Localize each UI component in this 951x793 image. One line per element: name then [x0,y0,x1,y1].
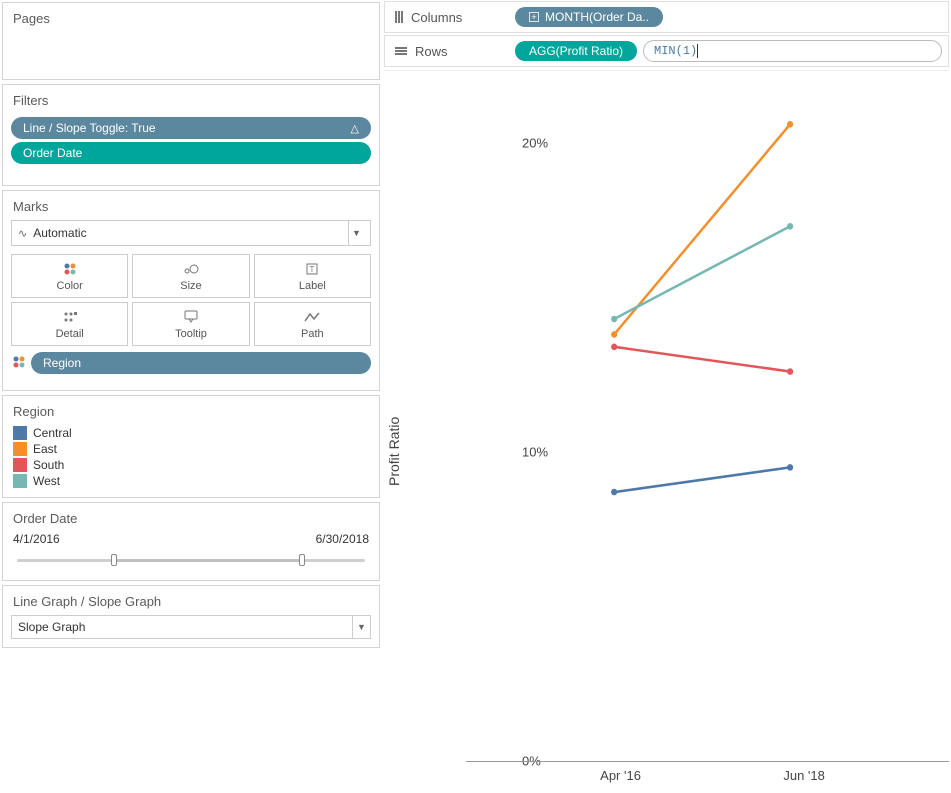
legend-item[interactable]: West [13,473,369,489]
marks-region-pill[interactable]: Region [31,352,371,374]
rows-shelf[interactable]: Rows AGG(Profit Ratio) MIN(1) [384,35,949,67]
y-tick: 20% [522,135,536,150]
marks-label-button[interactable]: T Label [254,254,371,298]
orderdate-start: 4/1/2016 [13,532,60,546]
legend-label: West [33,474,60,488]
legend-swatch [13,442,27,456]
marks-size-button[interactable]: Size [132,254,249,298]
size-icon [183,261,199,277]
series-point[interactable] [611,316,617,323]
legend-swatch [13,426,27,440]
delta-icon: △ [351,122,359,135]
slider-fill [111,559,299,562]
legend-label: East [33,442,57,456]
orderdate-slider[interactable] [17,550,365,570]
series-point[interactable] [787,223,793,230]
slider-thumb-start[interactable] [111,554,117,566]
rows-icon [395,47,407,55]
filter-pill-orderdate[interactable]: Order Date [11,142,371,164]
pages-card: Pages [2,2,380,80]
filters-title: Filters [3,85,379,114]
filter-pill-orderdate-label: Order Date [23,146,82,160]
marks-title: Marks [3,191,379,220]
y-tick: 10% [522,444,536,459]
series-point[interactable] [787,464,793,471]
orderdate-end: 6/30/2018 [316,532,369,546]
series-point[interactable] [611,331,617,338]
color-dots-icon [11,354,27,373]
detail-icon [63,309,77,325]
series-point[interactable] [787,368,793,375]
series-point[interactable] [787,121,793,128]
series-point[interactable] [611,489,617,496]
marks-size-label: Size [180,280,201,292]
line-icon: ∿ [18,227,27,240]
series-line[interactable] [614,226,790,319]
tooltip-icon [184,309,198,325]
filters-card: Filters Line / Slope Toggle: True △ Orde… [2,84,380,186]
marks-type-select[interactable]: ∿ Automatic ▼ [11,220,371,246]
param-title: Line Graph / Slope Graph [3,586,379,615]
filter-pill-toggle[interactable]: Line / Slope Toggle: True △ [11,117,371,139]
rows-pill-label: AGG(Profit Ratio) [529,44,623,58]
param-select[interactable]: Slope Graph ▼ [11,615,371,639]
legend-swatch [13,474,27,488]
marks-tooltip-label: Tooltip [175,328,207,340]
x-tick: Jun '18 [783,768,825,783]
marks-detail-button[interactable]: Detail [11,302,128,346]
columns-pill-label: MONTH(Order Da.. [545,10,649,24]
series-line[interactable] [614,467,790,492]
filter-pill-toggle-label: Line / Slope Toggle: True [23,121,156,135]
param-card: Line Graph / Slope Graph Slope Graph ▼ [2,585,380,648]
legend-title: Region [3,396,379,425]
rows-calc-input[interactable]: MIN(1) [643,40,942,62]
marks-color-button[interactable]: Color [11,254,128,298]
legend-item[interactable]: Central [13,425,369,441]
color-icon [63,261,77,277]
marks-type-label: Automatic [33,226,348,240]
orderdate-card: Order Date 4/1/2016 6/30/2018 [2,502,380,581]
series-line[interactable] [614,347,790,372]
legend-label: Central [33,426,72,440]
svg-text:T: T [310,265,315,274]
rows-pill-profitratio[interactable]: AGG(Profit Ratio) [515,41,637,61]
chevron-down-icon: ▼ [352,616,370,638]
rows-calc-text: MIN(1) [654,44,697,58]
series-line[interactable] [614,124,790,334]
legend-card: Region Central East South West [2,395,380,498]
columns-label: Columns [411,10,462,25]
columns-icon [395,11,403,23]
slider-thumb-end[interactable] [299,554,305,566]
path-icon [304,309,320,325]
legend-swatch [13,458,27,472]
rows-label: Rows [415,44,448,59]
chevron-down-icon: ▼ [348,221,364,245]
legend-item[interactable]: East [13,441,369,457]
chart-area: Profit Ratio 0%10%20% Apr '16Jun '18 [384,70,949,791]
columns-pill-month[interactable]: + MONTH(Order Da.. [515,7,663,27]
x-axis[interactable]: Apr '16 Jun '18 [466,761,949,791]
series-point[interactable] [611,344,617,351]
plot[interactable]: 0%10%20% [410,71,949,761]
orderdate-title: Order Date [3,503,379,532]
pages-title: Pages [3,3,379,32]
marks-card: Marks ∿ Automatic ▼ Color Size T [2,190,380,391]
marks-detail-label: Detail [56,328,84,340]
x-tick: Apr '16 [600,768,641,783]
legend-label: South [33,458,64,472]
columns-shelf[interactable]: Columns + MONTH(Order Da.. [384,1,949,33]
param-value: Slope Graph [12,620,352,634]
marks-path-button[interactable]: Path [254,302,371,346]
marks-region-label: Region [43,356,81,370]
marks-label-label: Label [299,280,326,292]
legend-item[interactable]: South [13,457,369,473]
marks-color-label: Color [57,280,83,292]
label-icon: T [305,261,319,277]
marks-path-label: Path [301,328,324,340]
y-axis-title[interactable]: Profit Ratio [384,71,410,791]
marks-tooltip-button[interactable]: Tooltip [132,302,249,346]
plus-icon: + [529,12,539,22]
